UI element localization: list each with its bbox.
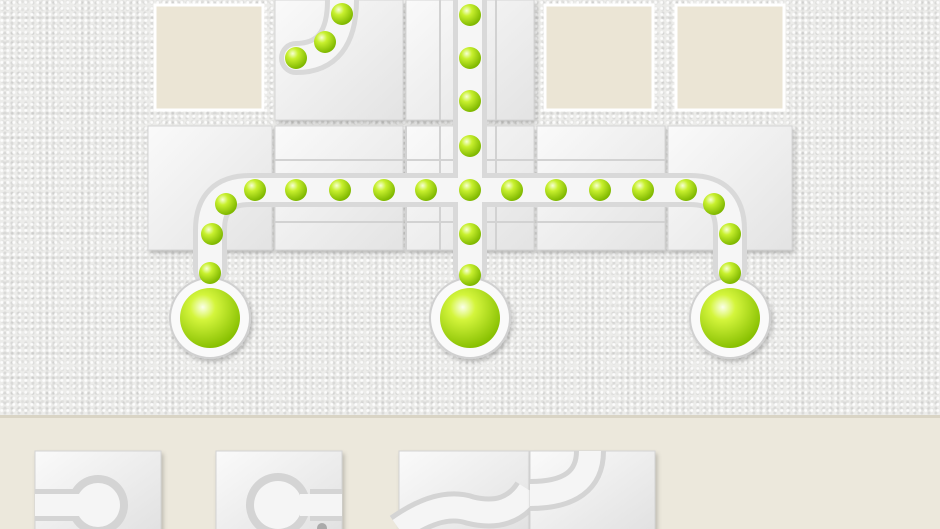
tray-pieces <box>34 449 656 529</box>
pipe-s-curve-icon[interactable] <box>389 450 543 529</box>
pipe-curve-icon[interactable] <box>529 449 656 529</box>
pipe-bulb-icon[interactable] <box>215 450 343 529</box>
pipe-cap-icon[interactable] <box>34 450 162 529</box>
